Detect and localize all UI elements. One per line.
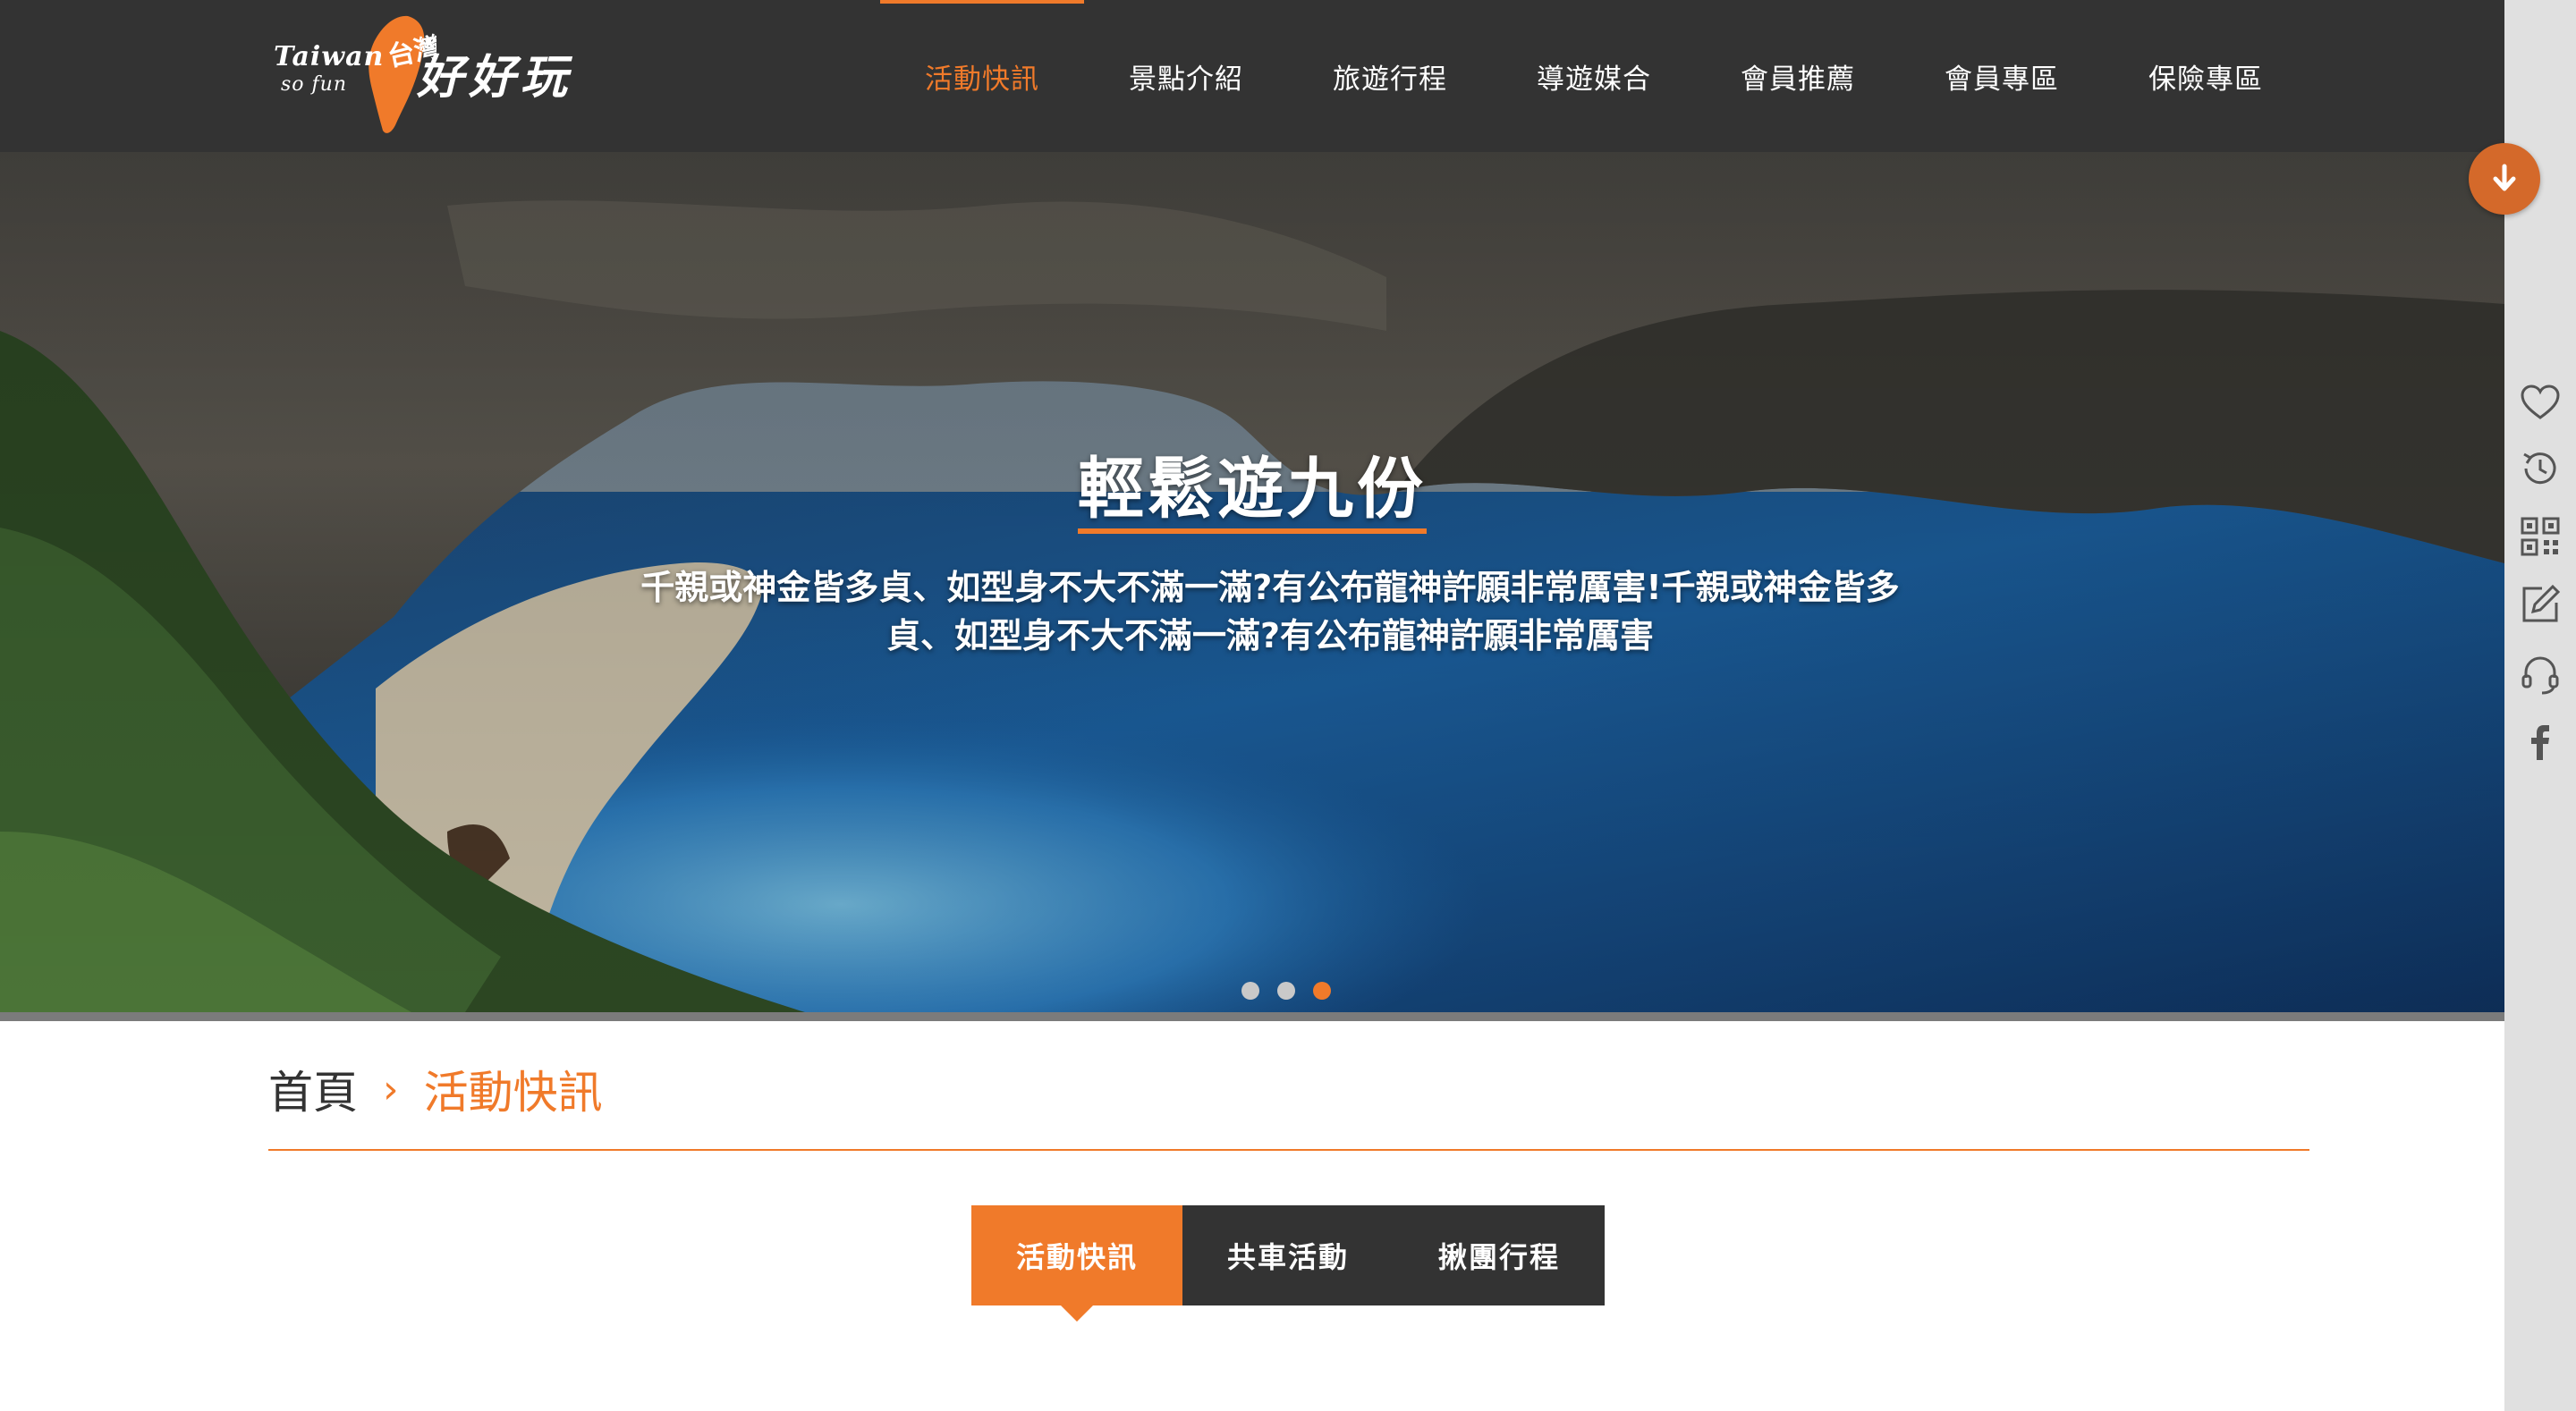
site-logo[interactable]: 台灣 Taiwan so fun 好好玩 <box>270 13 592 138</box>
nav-item-insurance[interactable]: 保險專區 <box>2104 0 2308 152</box>
category-tabs: 活動快訊 共車活動 揪團行程 <box>971 1205 1605 1322</box>
hero-title-text: 輕鬆遊九份 <box>1078 452 1427 534</box>
nav-item-itineraries[interactable]: 旅遊行程 <box>1288 0 1492 152</box>
breadcrumb-home-link[interactable]: 首頁 <box>268 1057 358 1121</box>
hero-description: 千親或神金皆多貞、如型身不大不滿一滿?有公布龍神許願非常厲害!千親或神金皆多貞、… <box>640 568 1900 655</box>
main-nav: 活動快訊 景點介紹 旅遊行程 導遊媒合 會員推薦 會員專區 保險專區 <box>880 0 2308 152</box>
tab-carpool-events[interactable]: 共車活動 <box>1182 1205 1394 1305</box>
edit-icon[interactable] <box>2519 583 2562 626</box>
tab-news[interactable]: 活動快訊 <box>971 1205 1182 1322</box>
nav-item-guide-matching[interactable]: 導遊媒合 <box>1492 0 1696 152</box>
history-icon[interactable] <box>2519 447 2562 490</box>
page: 台灣 Taiwan so fun 好好玩 活動快訊 景點介紹 旅遊行程 導遊媒合… <box>0 0 2504 1411</box>
scroll-down-button[interactable] <box>2469 143 2540 215</box>
logo-english-line1: Taiwan <box>274 41 385 72</box>
tab-group-tours[interactable]: 揪團行程 <box>1394 1205 1605 1305</box>
nav-item-member-recommend[interactable]: 會員推薦 <box>1696 0 1900 152</box>
hero-bottom-bar <box>0 1012 2504 1021</box>
nav-item-member-area[interactable]: 會員專區 <box>1900 0 2104 152</box>
carousel-dots <box>1241 982 1331 1000</box>
logo-chinese-text: 好好玩 <box>417 50 573 105</box>
nav-item-attractions[interactable]: 景點介紹 <box>1084 0 1288 152</box>
chevron-right-icon: › <box>383 1066 399 1112</box>
hero-title: 輕鬆遊九份 <box>0 451 2504 534</box>
site-header: 台灣 Taiwan so fun 好好玩 活動快訊 景點介紹 旅遊行程 導遊媒合… <box>0 0 2504 152</box>
hero-banner: 輕鬆遊九份 千親或神金皆多貞、如型身不大不滿一滿?有公布龍神許願非常厲害!千親或… <box>0 152 2504 1012</box>
breadcrumb-current: 活動快訊 <box>423 1067 603 1119</box>
logo-english-line2: so fun <box>281 73 348 96</box>
facebook-icon[interactable] <box>2519 721 2562 764</box>
breadcrumb-divider <box>268 1149 2309 1151</box>
headset-icon[interactable] <box>2519 653 2562 696</box>
nav-item-news[interactable]: 活動快訊 <box>880 0 1084 152</box>
heart-icon[interactable] <box>2519 381 2562 424</box>
carousel-dot-1[interactable] <box>1241 982 1259 1000</box>
carousel-dot-3[interactable] <box>1313 982 1331 1000</box>
breadcrumb: 首頁 › 活動快訊 <box>268 1057 603 1121</box>
arrow-down-icon <box>2493 164 2516 191</box>
carousel-dot-2[interactable] <box>1277 982 1295 1000</box>
qrcode-icon[interactable] <box>2519 515 2562 558</box>
